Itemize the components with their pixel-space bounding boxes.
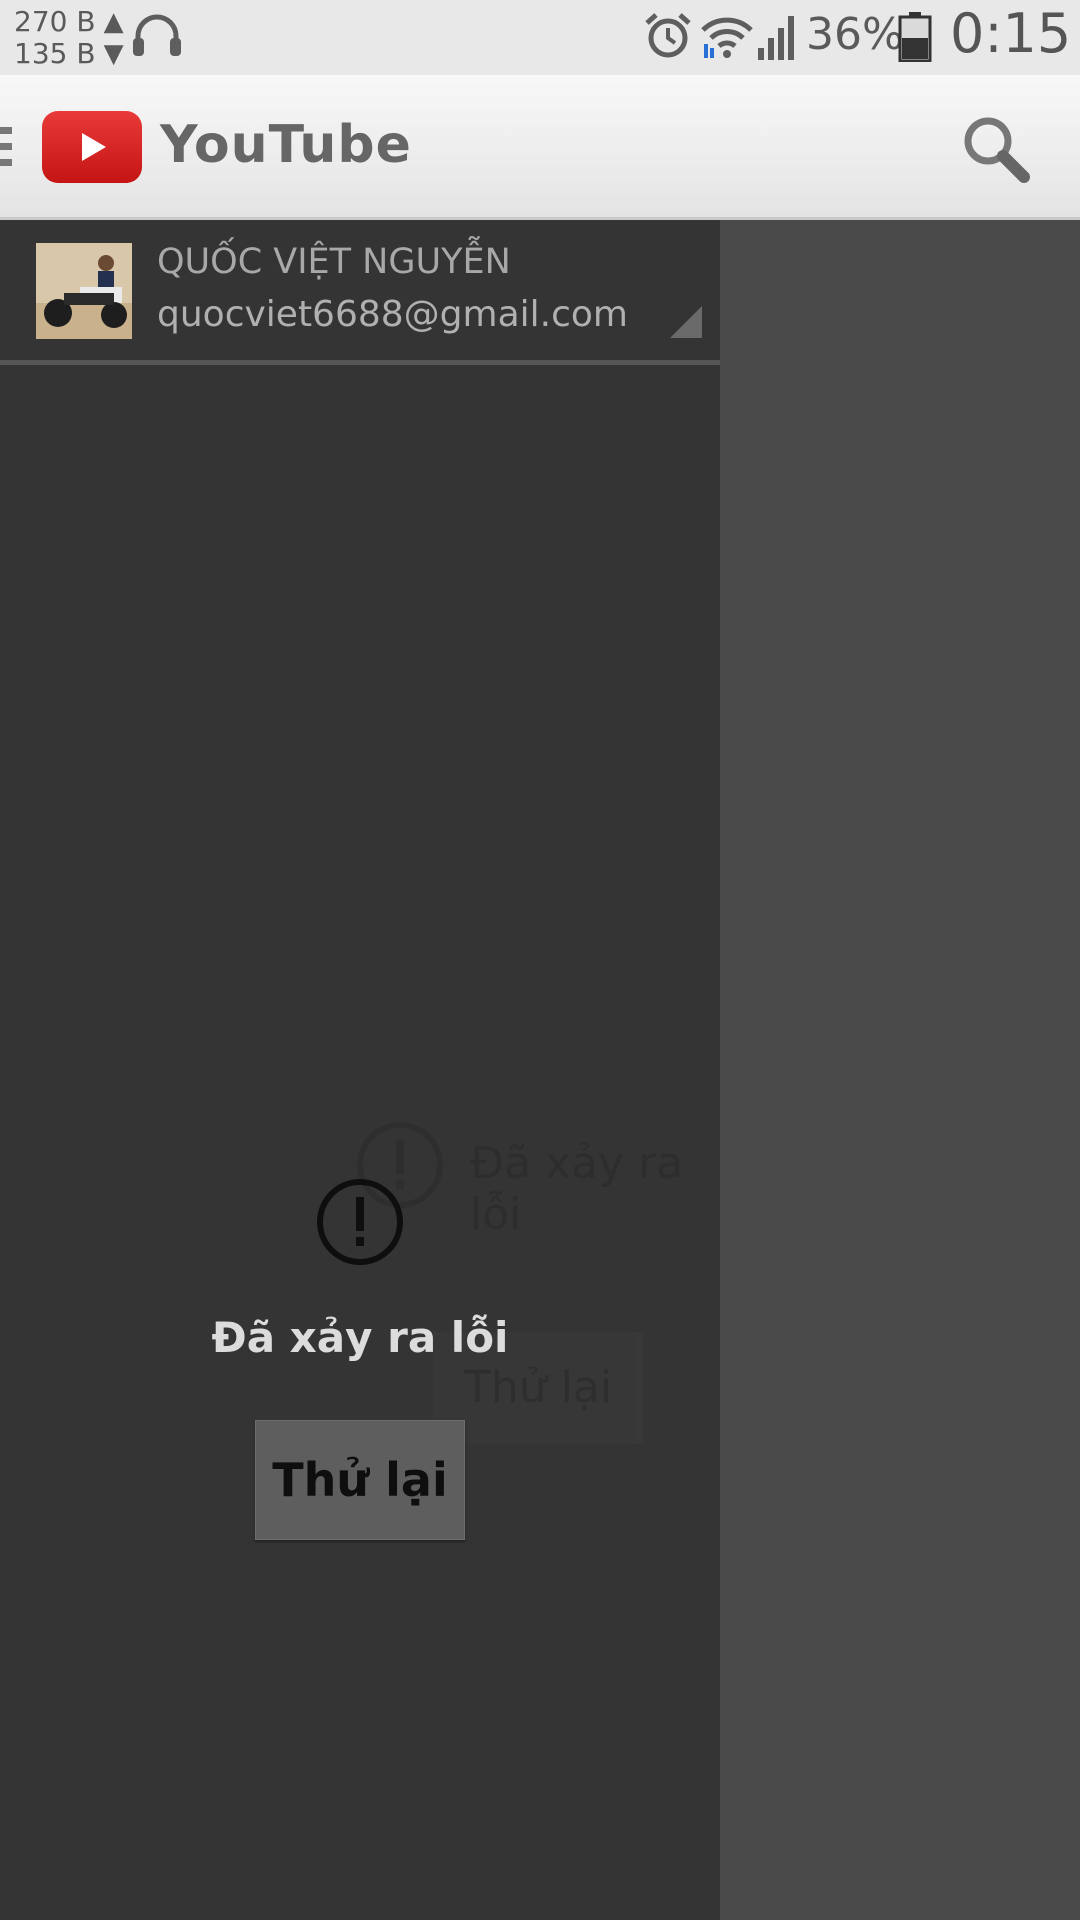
status-bar: 270 B ▲ 135 B ▼ 36% 0:15 (0, 0, 1080, 75)
download-speed: 135 B (14, 37, 96, 70)
app-bar: YouTube (0, 75, 1080, 220)
headphones-icon (130, 10, 184, 62)
battery-icon (898, 12, 932, 66)
background-error-text: Đã xảy ra lỗi (470, 1138, 684, 1240)
download-arrow-icon: ▼ (103, 39, 124, 69)
avatar (36, 243, 132, 339)
error-message: Đã xảy ra lỗi (211, 1313, 509, 1362)
signal-icon (756, 14, 800, 64)
account-header[interactable]: QUỐC VIỆT NGUYỄN quocviet6688@gmail.com (0, 220, 720, 365)
clock: 0:15 (950, 2, 1072, 65)
account-email: quocviet6688@gmail.com (157, 294, 628, 335)
retry-button[interactable]: Thử lại (255, 1420, 465, 1540)
upload-arrow-icon: ▲ (103, 7, 124, 37)
error-icon (315, 1177, 405, 1271)
navigation-drawer: QUỐC VIỆT NGUYỄN quocviet6688@gmail.com … (0, 220, 720, 1920)
alarm-icon (643, 11, 693, 65)
upload-speed: 270 B (14, 5, 96, 38)
account-name: QUỐC VIỆT NGUYỄN (157, 242, 511, 282)
app-title: YouTube (160, 115, 412, 175)
menu-icon[interactable] (0, 127, 12, 175)
youtube-logo[interactable] (42, 111, 142, 183)
battery-percent: 36% (806, 9, 904, 60)
account-dropdown-icon[interactable] (670, 306, 702, 338)
network-speed: 270 B ▲ 135 B ▼ (14, 6, 124, 70)
wifi-icon (700, 14, 754, 64)
search-icon[interactable] (960, 113, 1032, 189)
